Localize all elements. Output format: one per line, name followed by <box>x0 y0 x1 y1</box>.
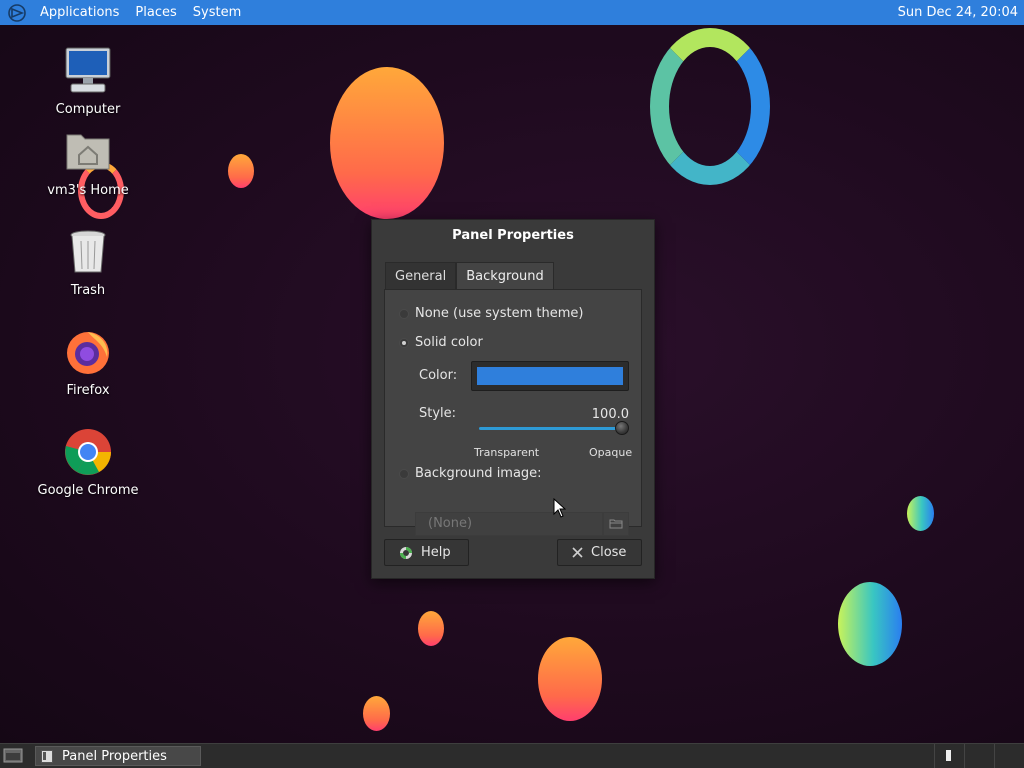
color-picker-button[interactable] <box>471 361 629 391</box>
slider-max-label: Opaque <box>589 446 633 459</box>
desktop-icon-label: Trash <box>70 283 106 298</box>
wallpaper-bubble <box>907 496 934 531</box>
wallpaper-ring <box>650 28 770 185</box>
desktop-icon-label: Google Chrome <box>37 483 139 498</box>
taskbar-window-button[interactable]: Panel Properties <box>35 746 201 766</box>
help-button[interactable]: Help <box>384 539 469 566</box>
close-button[interactable]: Close <box>557 539 642 566</box>
computer-icon <box>65 47 111 93</box>
panel-properties-dialog: Panel Properties General Background None… <box>371 219 655 579</box>
system-menu[interactable]: System <box>185 5 249 20</box>
desktop-icon-chrome[interactable]: Google Chrome <box>33 427 143 498</box>
wallpaper-bubble <box>538 637 602 721</box>
radio-background-image[interactable] <box>399 468 409 479</box>
opacity-slider-track[interactable] <box>479 427 621 430</box>
color-swatch <box>477 367 623 385</box>
chrome-icon <box>65 429 111 475</box>
dialog-title: Panel Properties <box>452 228 574 243</box>
image-file-chooser[interactable]: (None) <box>415 512 603 536</box>
desktop-icon-label: Firefox <box>66 383 110 398</box>
close-button-label: Close <box>591 545 627 560</box>
wallpaper-bubble <box>838 582 902 666</box>
places-menu[interactable]: Places <box>127 5 184 20</box>
radio-none[interactable] <box>399 308 409 319</box>
desktop-icon-label: vm3's Home <box>47 183 129 198</box>
style-label: Style: <box>419 406 457 421</box>
top-panel: Applications Places System Sun Dec 24, 2… <box>0 0 1024 25</box>
workspace-2[interactable] <box>964 744 994 768</box>
wallpaper-bubble <box>228 154 254 188</box>
desktop-icon-home[interactable]: vm3's Home <box>33 127 143 198</box>
file-chooser-browse-button[interactable] <box>603 512 629 536</box>
radio-solid-color-row[interactable]: Solid color <box>399 335 483 350</box>
folder-icon <box>609 519 623 529</box>
desktop-icon-label: Computer <box>55 102 121 117</box>
workspace-window-marker <box>946 750 951 761</box>
radio-none-label: None (use system theme) <box>415 306 584 321</box>
dialog-tabs: General Background <box>385 262 554 290</box>
help-button-label: Help <box>421 545 451 560</box>
slider-min-label: Transparent <box>474 446 540 459</box>
workspace-1[interactable] <box>934 744 964 768</box>
close-icon <box>572 547 583 558</box>
wallpaper-bubble <box>418 611 444 646</box>
desktop-icon-firefox[interactable]: Firefox <box>33 327 143 398</box>
radio-background-image-row[interactable]: Background image: <box>399 466 542 481</box>
tab-general[interactable]: General <box>385 262 457 290</box>
wallpaper-bubble <box>363 696 390 731</box>
workspace-3[interactable] <box>994 744 1024 768</box>
window-icon <box>41 749 53 763</box>
applications-menu[interactable]: Applications <box>32 5 127 20</box>
distro-logo-icon[interactable] <box>8 3 26 22</box>
trash-icon <box>70 230 106 273</box>
firefox-icon <box>67 332 109 374</box>
show-desktop-icon[interactable] <box>3 747 23 764</box>
mouse-cursor-icon <box>553 498 566 518</box>
background-tab-page: None (use system theme) Solid color Colo… <box>384 289 642 536</box>
color-label: Color: <box>419 368 458 383</box>
bottom-panel: Panel Properties <box>0 743 1024 768</box>
wallpaper-bubble <box>330 67 444 219</box>
clock[interactable]: Sun Dec 24, 20:04 <box>898 5 1024 20</box>
opacity-value: 100.0 <box>591 407 629 422</box>
desktop-icon-computer[interactable]: Computer <box>33 46 143 117</box>
radio-background-image-label: Background image: <box>415 466 542 481</box>
opacity-slider-handle[interactable] <box>615 421 629 435</box>
radio-none-row[interactable]: None (use system theme) <box>399 306 583 321</box>
desktop-icon-trash[interactable]: Trash <box>33 227 143 298</box>
tab-background[interactable]: Background <box>456 262 554 290</box>
help-lifebuoy-icon <box>399 546 413 560</box>
taskbar-window-label: Panel Properties <box>62 748 167 764</box>
home-folder-icon <box>66 134 110 170</box>
radio-solid-color-label: Solid color <box>415 335 483 350</box>
radio-solid-color[interactable] <box>399 337 409 348</box>
